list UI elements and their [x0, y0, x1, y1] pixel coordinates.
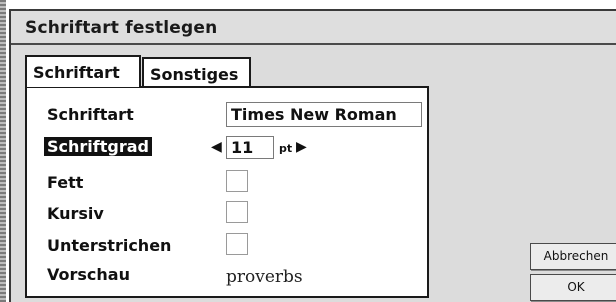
underline-checkbox[interactable] [226, 233, 248, 255]
increment-arrow-icon[interactable]: ▶ [296, 140, 307, 154]
tab-panel-schriftart: Schriftart Times New Roman Schriftgrad ◀… [25, 86, 429, 298]
font-name-input[interactable]: Times New Roman [226, 102, 422, 127]
size-unit: pt [279, 142, 293, 155]
tab-schriftart-label: Schriftart [33, 63, 120, 82]
ok-button[interactable]: OK [530, 274, 616, 301]
screen: Schriftart festlegen Sonstiges Schriftar… [0, 0, 616, 302]
tab-schriftart[interactable]: Schriftart [25, 55, 141, 87]
italic-checkbox[interactable] [226, 201, 248, 223]
size-label: Schriftgrad [44, 137, 152, 156]
title-bar[interactable]: Schriftart festlegen [11, 11, 616, 45]
tab-sonstiges-label: Sonstiges [150, 65, 239, 84]
underline-label: Unterstrichen [47, 236, 172, 255]
background-window-edge [0, 0, 6, 302]
font-size-input[interactable]: 11 [226, 136, 274, 159]
font-label: Schriftart [47, 105, 134, 124]
preview-label: Vorschau [47, 265, 130, 284]
decrement-arrow-icon[interactable]: ◀ [211, 140, 222, 154]
italic-label: Kursiv [47, 204, 104, 223]
dialog-title: Schriftart festlegen [25, 18, 218, 38]
tab-sonstiges[interactable]: Sonstiges [142, 57, 251, 87]
bold-checkbox[interactable] [226, 170, 248, 192]
bold-label: Fett [47, 173, 84, 192]
preview-text: proverbs [226, 267, 303, 287]
cancel-button[interactable]: Abbrechen [530, 243, 616, 270]
font-dialog: Schriftart festlegen Sonstiges Schriftar… [9, 9, 616, 302]
